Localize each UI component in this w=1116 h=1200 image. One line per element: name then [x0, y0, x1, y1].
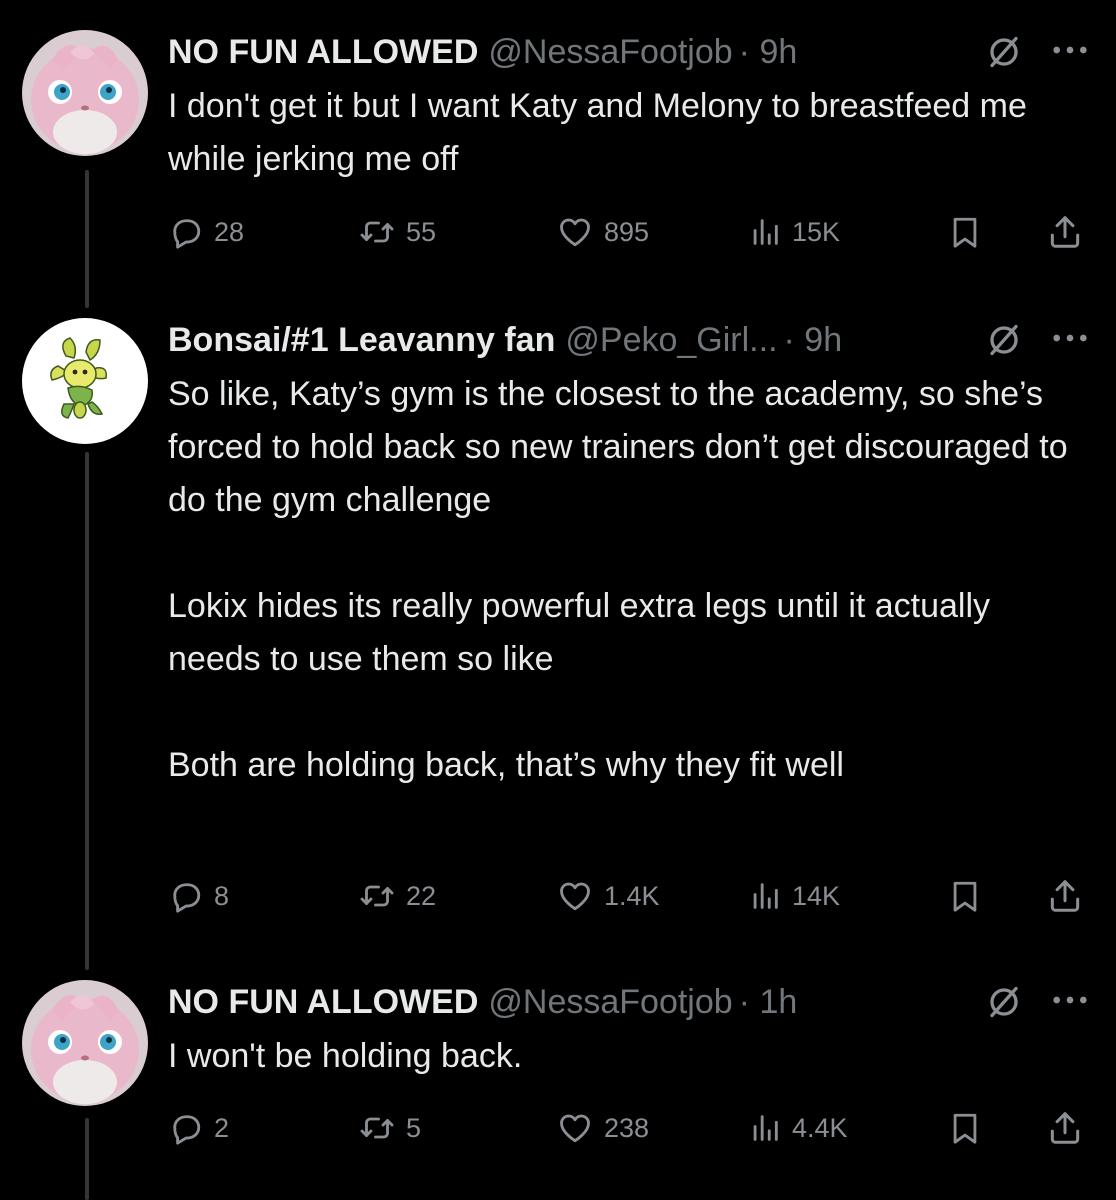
bookmark-icon [948, 213, 982, 251]
bar-chart-icon [748, 215, 782, 249]
speech-bubble-icon [168, 214, 204, 250]
avatar[interactable] [22, 980, 148, 1106]
reply-count: 2 [214, 1112, 230, 1143]
slashed-circle-icon[interactable] [986, 322, 1022, 358]
share-button[interactable] [1046, 876, 1084, 916]
speech-bubble-icon [168, 878, 204, 914]
slashed-circle-icon[interactable] [986, 984, 1022, 1020]
bookmark-button[interactable] [948, 1108, 982, 1148]
tweet[interactable]: Bonsai/#1 Leavanny fan @Peko_Girl... · 9… [168, 320, 1090, 792]
retweet-arrows-icon [358, 1110, 396, 1146]
tweet-actions: 2 5 238 4.4K [168, 1108, 1090, 1148]
retweet-arrows-icon [358, 878, 396, 914]
views-count: 4.4K [792, 1112, 848, 1143]
retweet-button[interactable]: 22 [358, 876, 436, 916]
avatar[interactable] [22, 30, 148, 156]
like-count: 238 [604, 1112, 650, 1143]
thread-line [85, 1118, 89, 1200]
share-upload-icon [1046, 213, 1084, 251]
retweet-button[interactable]: 55 [358, 212, 436, 252]
thread-line [85, 170, 89, 308]
tweet-paragraph [168, 527, 1090, 580]
retweet-count: 22 [406, 880, 437, 911]
tweet-paragraph: I don't get it but I want Katy and Melon… [168, 87, 1027, 178]
ellipsis-icon[interactable] [1050, 982, 1090, 1018]
reply-count: 8 [214, 880, 230, 911]
bar-chart-icon [748, 1111, 782, 1145]
like-button[interactable]: 895 [556, 212, 649, 252]
ellipsis-icon[interactable] [1050, 320, 1090, 356]
views-button[interactable]: 4.4K [748, 1108, 848, 1148]
handle[interactable]: @NessaFootjob [488, 983, 732, 1022]
display-name[interactable]: NO FUN ALLOWED [168, 33, 478, 72]
bookmark-button[interactable] [948, 212, 982, 252]
like-button[interactable]: 1.4K [556, 876, 660, 916]
reply-count: 28 [214, 216, 245, 247]
reply-button[interactable]: 2 [168, 1108, 229, 1148]
heart-icon [556, 1110, 594, 1146]
like-count: 1.4K [604, 880, 660, 911]
display-name[interactable]: NO FUN ALLOWED [168, 983, 478, 1022]
bookmark-button[interactable] [948, 876, 982, 916]
views-button[interactable]: 15K [748, 212, 840, 252]
display-name[interactable]: Bonsai/#1 Leavanny fan [168, 321, 555, 360]
tweet-actions: 8 22 1.4K 14K [168, 876, 1090, 916]
tweet-header: NO FUN ALLOWED @NessaFootjob · 1h [168, 982, 1090, 1022]
retweet-count: 55 [406, 216, 437, 247]
tweet-header: NO FUN ALLOWED @NessaFootjob · 9h [168, 32, 1090, 72]
reply-button[interactable]: 8 [168, 876, 229, 916]
like-count: 895 [604, 216, 650, 247]
thread-line [85, 452, 89, 970]
like-button[interactable]: 238 [556, 1108, 649, 1148]
tweet-actions: 28 55 895 15K [168, 212, 1090, 252]
bookmark-icon [948, 1109, 982, 1147]
ellipsis-icon[interactable] [1050, 32, 1090, 68]
tweet[interactable]: NO FUN ALLOWED @NessaFootjob · 9h I don'… [168, 32, 1090, 186]
views-count: 15K [792, 216, 841, 247]
bookmark-icon [948, 877, 982, 915]
heart-icon [556, 878, 594, 914]
retweet-button[interactable]: 5 [358, 1108, 421, 1148]
timestamp[interactable]: · 9h [739, 33, 798, 72]
reply-button[interactable]: 28 [168, 212, 244, 252]
tweet-paragraph: So like, Katy’s gym is the closest to th… [168, 375, 1068, 519]
slashed-circle-icon[interactable] [986, 34, 1022, 70]
tweet-paragraph: I won't be holding back. [168, 1037, 523, 1075]
retweet-arrows-icon [358, 214, 396, 250]
speech-bubble-icon [168, 1110, 204, 1146]
retweet-count: 5 [406, 1112, 422, 1143]
handle[interactable]: @NessaFootjob [488, 33, 732, 72]
tweet-text: So like, Katy’s gym is the closest to th… [168, 368, 1090, 792]
tweet-paragraph [168, 686, 1090, 739]
bar-chart-icon [748, 879, 782, 913]
tweet-paragraph: Lokix hides its really powerful extra le… [168, 587, 991, 678]
timestamp[interactable]: · 9h [784, 321, 843, 360]
share-button[interactable] [1046, 1108, 1084, 1148]
views-count: 14K [792, 880, 841, 911]
views-button[interactable]: 14K [748, 876, 840, 916]
tweet[interactable]: NO FUN ALLOWED @NessaFootjob · 1h I won'… [168, 982, 1090, 1083]
tweet-header: Bonsai/#1 Leavanny fan @Peko_Girl... · 9… [168, 320, 1090, 360]
share-upload-icon [1046, 877, 1084, 915]
timestamp[interactable]: · 1h [739, 983, 798, 1022]
share-button[interactable] [1046, 212, 1084, 252]
share-upload-icon [1046, 1109, 1084, 1147]
heart-icon [556, 214, 594, 250]
handle[interactable]: @Peko_Girl... [565, 321, 777, 360]
avatar[interactable] [22, 318, 148, 444]
tweet-text: I won't be holding back. [168, 1030, 1090, 1083]
tweet-text: I don't get it but I want Katy and Melon… [168, 80, 1090, 186]
tweet-paragraph: Both are holding back, that’s why they f… [168, 746, 844, 784]
